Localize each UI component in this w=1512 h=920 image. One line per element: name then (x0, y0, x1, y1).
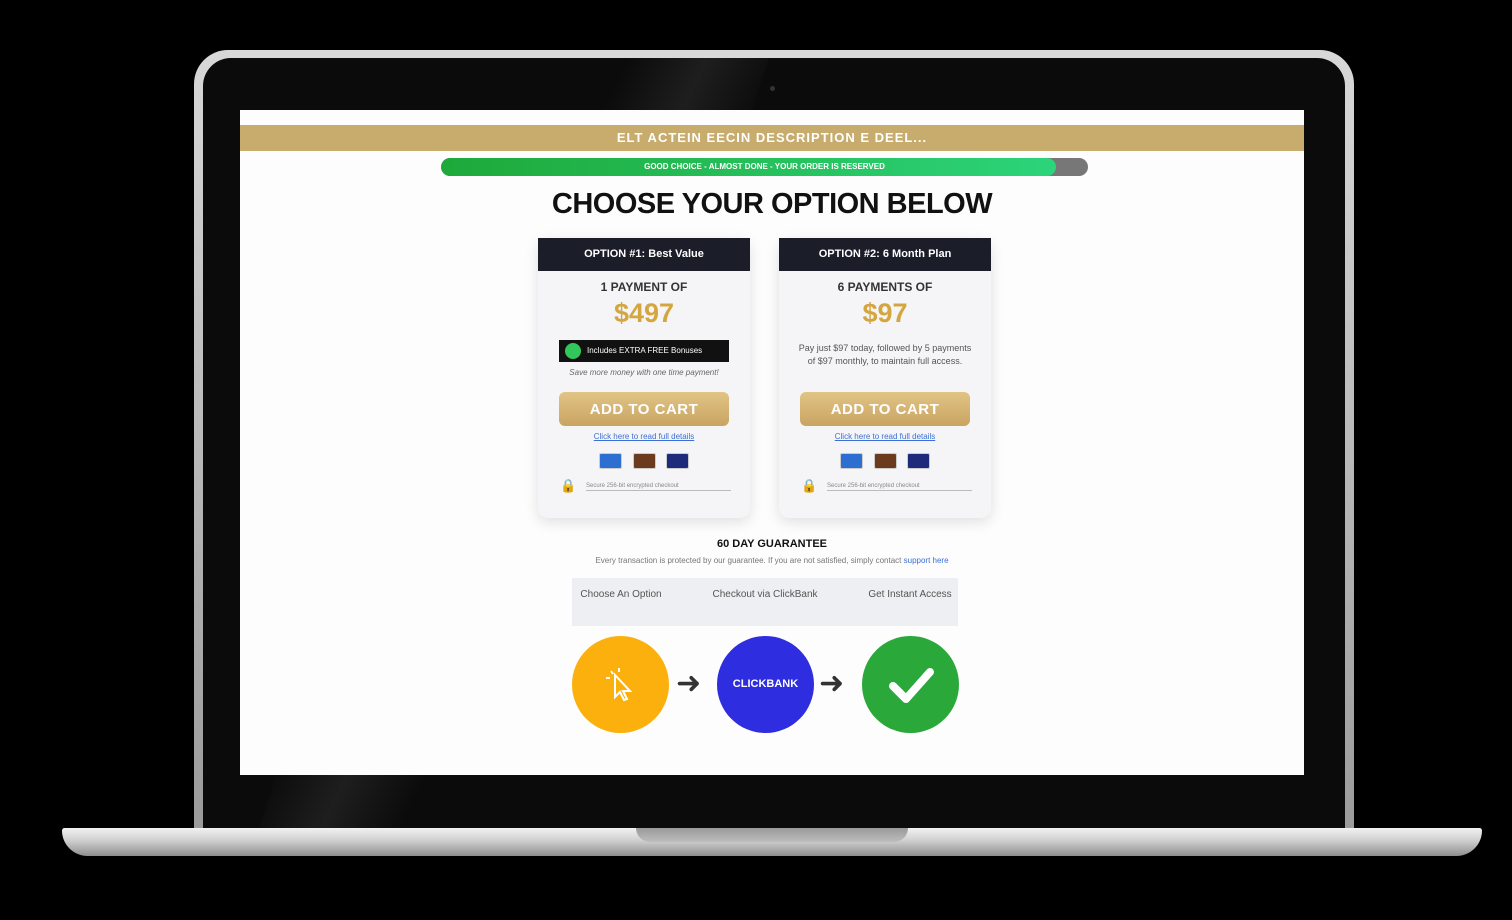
payment-count: 1 PAYMENT OF (600, 280, 688, 294)
page-headline: CHOOSE YOUR OPTION BELOW (551, 188, 993, 220)
add-to-cart-button[interactable]: ADD TO CART (559, 392, 729, 426)
mastercard-icon (873, 453, 897, 469)
card-header: OPTION #2: 6 Month Plan (779, 238, 991, 271)
step-label-3: Get Instant Access (868, 589, 952, 600)
plan-description: Pay just $97 today, followed by 5 paymen… (798, 343, 972, 366)
click-step-circle (572, 636, 669, 733)
price: $497 (613, 298, 675, 328)
secure-text: Secure 256-bit encrypted checkout (827, 482, 972, 491)
progress-label: GOOD CHOICE - ALMOST DONE - YOUR ORDER I… (644, 162, 885, 171)
details-link[interactable]: Click here to read full details (779, 432, 991, 441)
card-header: OPTION #1: Best Value (538, 238, 750, 271)
guarantee-title: 60 DAY GUARANTEE (716, 538, 828, 550)
amex-card-icon (665, 453, 689, 469)
step-label-1: Choose An Option (580, 589, 662, 600)
bonus-badge: Includes EXTRA FREE Bonuses Included (559, 340, 729, 377)
visa-card-icon (840, 453, 864, 469)
clickbank-step-circle: CLICKBANK (717, 636, 814, 733)
checkmark-icon (888, 667, 934, 703)
price: $97 (862, 298, 908, 328)
cursor-click-icon (605, 667, 632, 701)
lock-icon: 🔒 (801, 478, 818, 493)
details-link[interactable]: Click here to read full details (538, 432, 750, 441)
webpage-screen: ELT ACTEIN EECIN DESCRIPTION E DEEL... G… (240, 110, 1304, 775)
arrow-right-icon: ➜ (676, 667, 702, 700)
amex-card-icon (906, 453, 930, 469)
option-card-1: OPTION #1: Best Value 1 PAYMENT OF $497 … (538, 238, 750, 518)
secure-text: Secure 256-bit encrypted checkout (586, 482, 731, 491)
savings-note: Save more money with one time payment! (569, 368, 719, 377)
lock-icon: 🔒 (560, 478, 577, 493)
guarantee-body: Every transaction is protected by our gu… (595, 556, 902, 565)
secure-checkout-row: 🔒 Secure 256-bit encrypted checkout (801, 478, 972, 496)
guarantee-text: Every transaction is protected by our gu… (410, 556, 1134, 565)
option-card-2: OPTION #2: 6 Month Plan 6 PAYMENTS OF $9… (779, 238, 991, 518)
add-to-cart-button[interactable]: ADD TO CART (800, 392, 970, 426)
step-label-2: Checkout via ClickBank (712, 589, 818, 600)
webcam-icon (770, 86, 775, 91)
success-step-circle (862, 636, 959, 733)
payment-icons (538, 453, 750, 474)
secure-checkout-row: 🔒 Secure 256-bit encrypted checkout (560, 478, 731, 496)
check-circle-icon (565, 343, 581, 359)
steps-bar: Choose An Option Checkout via ClickBank … (572, 578, 958, 626)
top-banner: ELT ACTEIN EECIN DESCRIPTION E DEEL... (240, 125, 1304, 151)
visa-card-icon (599, 453, 623, 469)
bonus-text: Includes EXTRA FREE Bonuses Included (587, 346, 703, 377)
payment-count: 6 PAYMENTS OF (837, 280, 933, 294)
progress-bar: GOOD CHOICE - ALMOST DONE - YOUR ORDER I… (441, 158, 1088, 176)
arrow-right-icon: ➜ (819, 667, 845, 700)
support-link[interactable]: support here (904, 556, 949, 565)
payment-icons (779, 453, 991, 474)
laptop-notch (636, 828, 908, 842)
mastercard-icon (632, 453, 656, 469)
